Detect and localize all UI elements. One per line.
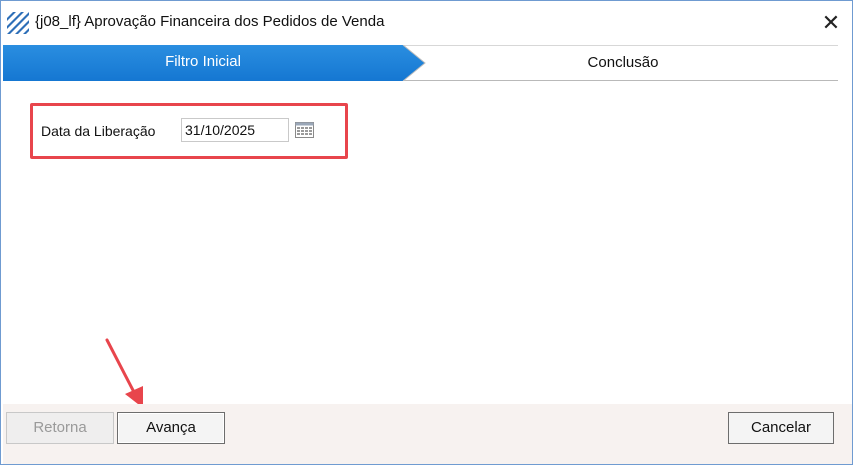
next-button[interactable]: Avança — [117, 412, 225, 444]
button-bar: Retorna Avança Cancelar — [3, 404, 852, 464]
calendar-icon[interactable] — [295, 122, 314, 138]
release-date-label: Data da Liberação — [41, 123, 156, 139]
window-title: {j08_lf} Aprovação Financeira dos Pedido… — [35, 13, 385, 30]
dialog-window: {j08_lf} Aprovação Financeira dos Pedido… — [0, 0, 853, 465]
back-button[interactable]: Retorna — [6, 412, 114, 444]
close-icon[interactable]: ✕ — [818, 9, 844, 37]
step-label-active: Filtro Inicial — [165, 53, 241, 70]
app-logo-icon — [7, 12, 29, 34]
wizard-steps: Filtro Inicial Conclusão — [3, 45, 838, 81]
title-bar: {j08_lf} Aprovação Financeira dos Pedido… — [1, 1, 852, 45]
step-filtro-inicial[interactable]: Filtro Inicial — [3, 45, 425, 81]
release-date-field[interactable] — [181, 118, 289, 142]
step-conclusao[interactable]: Conclusão — [423, 54, 823, 71]
cancel-button[interactable]: Cancelar — [728, 412, 834, 444]
